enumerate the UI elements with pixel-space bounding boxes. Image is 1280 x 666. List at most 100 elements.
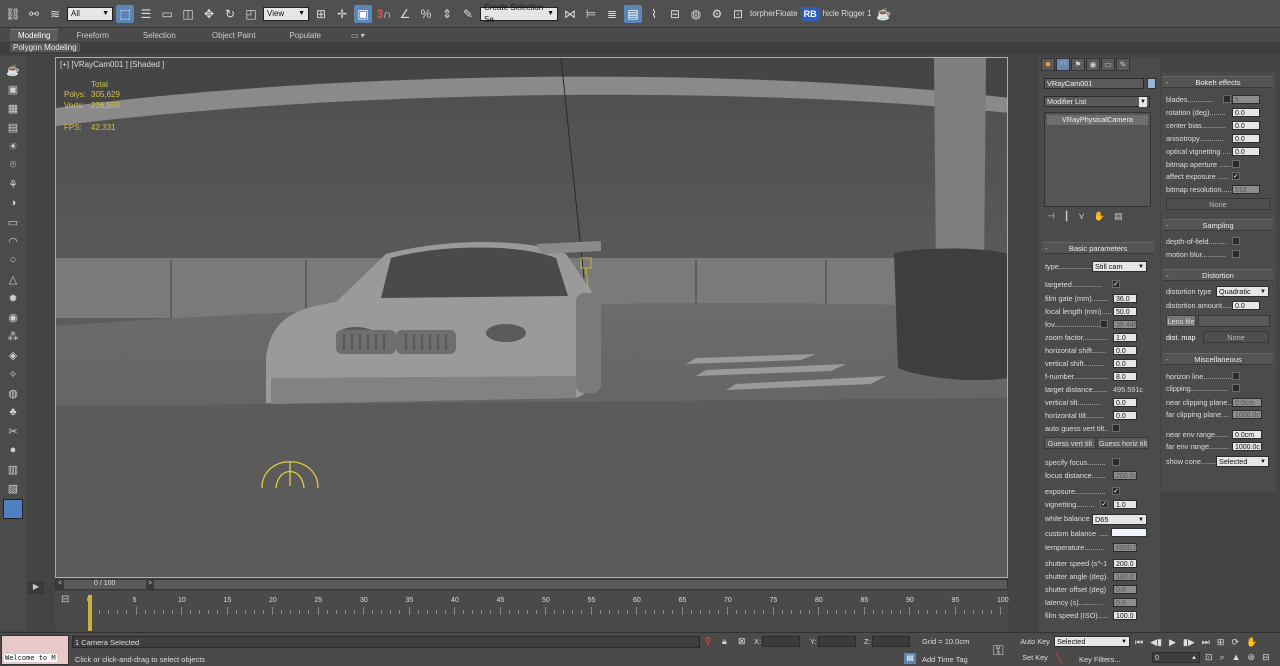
plant-icon[interactable]: ♣ bbox=[5, 404, 21, 420]
distortion-header[interactable]: - Distortion bbox=[1163, 269, 1273, 281]
sphere-icon[interactable]: ○ bbox=[5, 252, 21, 268]
globe-icon[interactable]: ◍ bbox=[5, 385, 21, 401]
align-icon[interactable]: ⊨ bbox=[582, 5, 600, 23]
zoom-factor-spinner[interactable]: 1.0 bbox=[1113, 333, 1137, 342]
rotate-icon[interactable]: ↻ bbox=[221, 5, 239, 23]
key-filters-button[interactable]: Key Filters... bbox=[1079, 655, 1121, 664]
dome-icon[interactable]: ◠ bbox=[5, 233, 21, 249]
teapot-icon[interactable]: ☕ bbox=[5, 62, 21, 78]
targeted-checkbox[interactable]: ✓ bbox=[1112, 280, 1120, 288]
guess-horiz-tilt-button[interactable]: Guess horiz tilt bbox=[1097, 437, 1149, 449]
layer-manager-icon[interactable]: ≣ bbox=[603, 5, 621, 23]
white-balance-dropdown[interactable]: D65 ▼ bbox=[1092, 514, 1147, 525]
far-env-spinner[interactable]: 1000.0c bbox=[1232, 442, 1262, 451]
horizon-line-checkbox[interactable] bbox=[1232, 372, 1240, 380]
window-crossing-icon[interactable]: ◫ bbox=[179, 5, 197, 23]
maxscript-listener[interactable]: Welcome to M bbox=[1, 635, 69, 665]
camera-type-dropdown[interactable]: Still cam ▼ bbox=[1092, 261, 1147, 272]
bokeh-header[interactable]: - Bokeh effects bbox=[1163, 76, 1273, 88]
percent-snap-icon[interactable]: % bbox=[417, 5, 435, 23]
spacewarp-icon[interactable]: ◑ bbox=[5, 195, 21, 211]
vehicle-rigger-plugin[interactable]: hicle Rigger 1 bbox=[823, 9, 872, 18]
mirror-icon[interactable]: ⋈ bbox=[561, 5, 579, 23]
unlink-icon[interactable]: ⚯ bbox=[25, 5, 43, 23]
anisotropy-spinner[interactable]: 0.0 bbox=[1232, 134, 1260, 143]
named-selection-dropdown[interactable]: Create Selection Se ▼ bbox=[480, 3, 558, 24]
camera-viewport[interactable]: [+] [VRayCam001 ] [Shaded ] Total Polys:… bbox=[55, 57, 1008, 578]
misc-header[interactable]: - Miscellaneous bbox=[1163, 353, 1273, 365]
orbit-icon[interactable]: ⟳ bbox=[1231, 637, 1239, 648]
near-clip-spinner[interactable]: 0.0cm bbox=[1232, 398, 1262, 407]
list-icon[interactable]: ▥ bbox=[5, 461, 21, 477]
absolute-mode-icon[interactable]: ⊠ bbox=[738, 636, 746, 647]
center-bias-spinner[interactable]: 0.0 bbox=[1232, 121, 1260, 130]
bitmap-resolution-spinner[interactable]: 512 bbox=[1232, 185, 1260, 194]
render-frame-icon[interactable]: ⊡ bbox=[729, 5, 747, 23]
fov-spinner[interactable]: 39.445 bbox=[1113, 320, 1137, 329]
spinner-snap-icon[interactable]: ⇕ bbox=[438, 5, 456, 23]
temperature-spinner[interactable]: 6500.0 bbox=[1113, 543, 1137, 552]
lock-selection-icon[interactable]: 🔒︎ bbox=[722, 636, 727, 647]
horizontal-tilt-spinner[interactable]: 0.0 bbox=[1113, 411, 1137, 420]
time-config-icon[interactable]: ⊡ bbox=[1205, 652, 1213, 663]
angle-snap-icon[interactable]: ∠ bbox=[396, 5, 414, 23]
specify-focus-checkbox[interactable] bbox=[1112, 458, 1120, 466]
time-marker[interactable] bbox=[88, 595, 92, 631]
fov-checkbox[interactable] bbox=[1100, 320, 1108, 328]
particles-icon[interactable]: ⁂ bbox=[5, 328, 21, 344]
time-tag-icon[interactable]: ▤ bbox=[904, 653, 916, 664]
expand-arrow-icon[interactable]: ▶ bbox=[28, 582, 44, 594]
auto-guess-checkbox[interactable] bbox=[1112, 424, 1120, 432]
pivot-center-icon[interactable]: ⊞ bbox=[312, 5, 330, 23]
zoom-icon[interactable]: ⌕ bbox=[1220, 652, 1225, 663]
ref-coord-dropdown[interactable]: View ▼ bbox=[263, 6, 309, 21]
tab-populate[interactable]: Populate bbox=[273, 31, 339, 40]
vertical-tilt-spinner[interactable]: 0.0 bbox=[1113, 398, 1137, 407]
focal-length-spinner[interactable]: 50.0 bbox=[1113, 307, 1137, 316]
f-number-spinner[interactable]: 8.0 bbox=[1113, 372, 1137, 381]
dof-checkbox[interactable] bbox=[1232, 237, 1240, 245]
clipping-checkbox[interactable] bbox=[1232, 384, 1240, 392]
isolate-icon[interactable]: ⚲ bbox=[705, 636, 712, 647]
add-time-tag-text[interactable]: Add Time Tag bbox=[922, 655, 968, 664]
lens-file-field[interactable] bbox=[1198, 315, 1270, 327]
move-icon[interactable]: ✥ bbox=[200, 5, 218, 23]
time-slider[interactable]: < 0 / 100 > bbox=[55, 579, 1008, 590]
rect-icon[interactable]: ▭ bbox=[5, 214, 21, 230]
affect-exposure-checkbox[interactable]: ✓ bbox=[1232, 172, 1240, 180]
auto-key-button[interactable]: Auto Key bbox=[1018, 636, 1052, 648]
film-gate-spinner[interactable]: 36.0 bbox=[1113, 294, 1137, 303]
vignetting-checkbox[interactable]: ✓ bbox=[1100, 500, 1108, 508]
guess-vert-tilt-button[interactable]: Guess vert tilt bbox=[1044, 437, 1096, 449]
tab-selection[interactable]: Selection bbox=[127, 31, 194, 40]
distortion-type-dropdown[interactable]: Quadratic ▼ bbox=[1216, 286, 1269, 297]
optical-vignetting-spinner[interactable]: 0.0 bbox=[1232, 147, 1260, 156]
next-frame-icon[interactable]: ▮▶ bbox=[1183, 637, 1195, 648]
select-object-icon[interactable]: ⬚ bbox=[116, 4, 134, 23]
table-icon[interactable]: ▤ bbox=[5, 119, 21, 135]
vignetting-spinner[interactable]: 1.0 bbox=[1113, 500, 1137, 509]
render-setup-icon[interactable]: ⚙ bbox=[708, 5, 726, 23]
morpher-float-plugin[interactable]: torpherFloate bbox=[750, 9, 798, 18]
shutter-speed-spinner[interactable]: 200.0 bbox=[1113, 559, 1137, 568]
scale-icon[interactable]: ◰ bbox=[242, 5, 260, 23]
go-to-end-icon[interactable]: ⏭ bbox=[1202, 637, 1210, 648]
material-editor-icon[interactable]: ◍ bbox=[687, 5, 705, 23]
set-key-icon[interactable]: ⚿ bbox=[993, 642, 1004, 659]
sun-icon[interactable]: ✹ bbox=[5, 290, 21, 306]
material-icon[interactable]: ◈ bbox=[5, 347, 21, 363]
bokeh-none-button[interactable]: None bbox=[1166, 198, 1270, 210]
show-cone-dropdown[interactable]: Selected ▼ bbox=[1216, 456, 1269, 467]
keyboard-shortcut-override-icon[interactable]: ▣ bbox=[354, 4, 372, 23]
sampling-header[interactable]: - Sampling bbox=[1163, 219, 1273, 231]
lens-file-button[interactable]: Lens file bbox=[1166, 315, 1196, 327]
maximize-viewport-icon[interactable]: ⊟ bbox=[1262, 652, 1270, 663]
distortion-amount-spinner[interactable]: 0.0 bbox=[1232, 301, 1260, 310]
go-to-start-icon[interactable]: ⏮ bbox=[1135, 637, 1143, 648]
z-coord-field[interactable] bbox=[872, 636, 910, 647]
track-bar[interactable]: ⊟ 05101520253035404550556065707580859095… bbox=[55, 591, 1009, 631]
box-icon[interactable]: ▣ bbox=[5, 81, 21, 97]
tab-object-paint[interactable]: Object Paint bbox=[194, 31, 274, 40]
mini-viewport-icon[interactable] bbox=[3, 499, 23, 519]
slider-prev-icon[interactable]: < bbox=[56, 580, 64, 589]
